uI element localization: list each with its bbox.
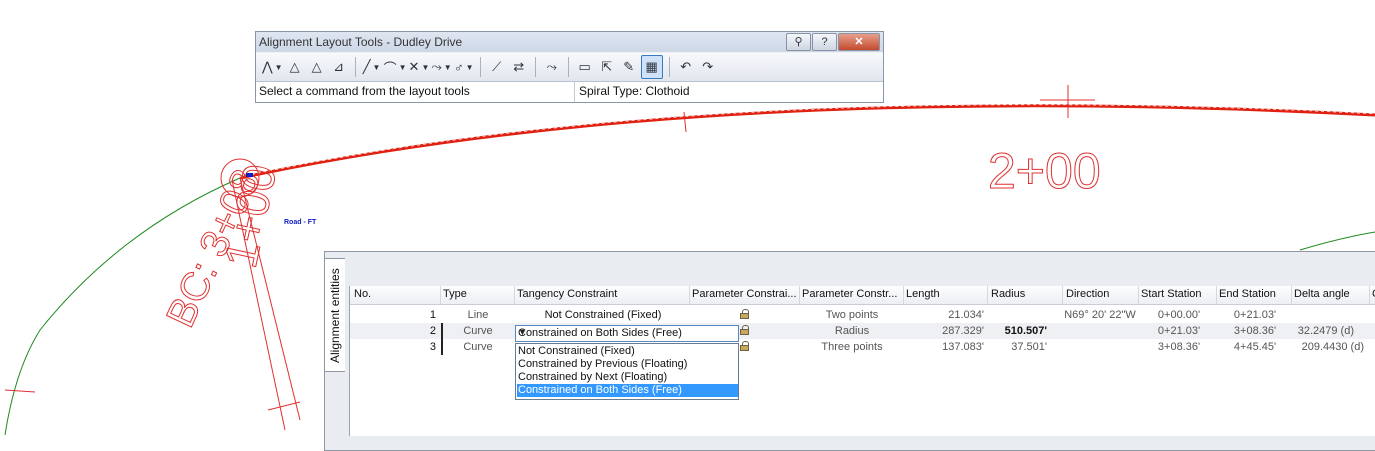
cell-length[interactable]: 137.083' (906, 341, 984, 353)
grid-header: No. Type Tangency Constraint Parameter C… (350, 286, 1375, 305)
toolbar-status-bar: Select a command from the layout tools S… (256, 82, 883, 102)
col-type[interactable]: Type (443, 288, 513, 300)
cell-type: Curve (463, 325, 493, 337)
tangent-line-icon[interactable]: ╱ ▼ (362, 56, 382, 78)
table-row[interactable]: 1 Line Not Constrained (Fixed) Two point… (350, 307, 1375, 323)
chevron-down-icon: ▼ (443, 62, 452, 72)
tangency-constraint-select[interactable]: Constrained on Both Sides (Free) ▼ (515, 325, 739, 342)
spiral-tools-icon[interactable]: ⤳ ▼ (431, 56, 451, 78)
cell-type: Curve (463, 341, 493, 353)
cell-no: 2 (429, 325, 436, 337)
chevron-down-icon: ▼ (398, 62, 407, 72)
dropdown-option-constrained-by-next[interactable]: Constrained by Next (Floating) (517, 371, 738, 384)
insert-pi-icon[interactable]: △ (285, 56, 305, 78)
cell-param: Three points (821, 341, 883, 353)
alignment-entities-tab[interactable]: Alignment entities (324, 258, 345, 372)
spiral-type-status: Spiral Type: Clothoid (579, 84, 690, 98)
cell-tangency[interactable]: Not Constrained (Fixed) (517, 309, 689, 321)
toolbar-separator (668, 57, 670, 77)
pi-commands-icon[interactable]: ⋀ ▼ (262, 56, 283, 78)
toolbar-separator (354, 57, 356, 77)
cell-length[interactable]: 21.034' (906, 309, 984, 321)
col-param-constraint-2[interactable]: Parameter Constr... (802, 288, 902, 300)
cell-no: 3 (429, 341, 436, 353)
alignment-grid-view-icon[interactable]: ▦ (640, 55, 663, 79)
curve-tools-icon[interactable]: ⌒ ▼ (384, 56, 407, 78)
redo-icon[interactable]: ↷ (698, 56, 718, 78)
lock-icon[interactable] (740, 309, 749, 319)
green-alignment-arc-right (1299, 231, 1375, 251)
cell-start-station[interactable]: 0+00.00' (1141, 309, 1217, 321)
col-param-constraint-1[interactable]: Parameter Constrai... (692, 288, 798, 300)
col-delta-angle[interactable]: Delta angle (1294, 288, 1366, 300)
cell-radius[interactable]: 37.501' (991, 341, 1047, 353)
lock-icon[interactable] (740, 325, 749, 335)
col-radius[interactable]: Radius (991, 288, 1061, 300)
subentity-editor-icon[interactable]: ✎ (619, 56, 639, 78)
lock-icon[interactable] (740, 341, 749, 351)
pin-button[interactable]: ⚲ (786, 33, 811, 51)
cell-no: 1 (429, 309, 436, 321)
red-alignment-line (239, 104, 1375, 180)
chevron-down-icon: ▼ (421, 62, 430, 72)
cell-delta[interactable]: 209.4430 (d) (1294, 341, 1364, 353)
chevron-down-icon[interactable]: ▼ (518, 327, 736, 337)
station-tick (683, 111, 687, 133)
pick-subentity-icon[interactable]: ⇱ (597, 56, 617, 78)
reverse-curve-icon[interactable]: ♂ ▼ (454, 56, 474, 78)
cell-start-station[interactable]: 3+08.36' (1141, 341, 1217, 353)
tab-label: Alignment entities (328, 268, 342, 363)
dropdown-option-constrained-both-sides[interactable]: Constrained on Both Sides (Free) (517, 384, 738, 397)
cell-length[interactable]: 287.329' (906, 325, 984, 337)
reverse-direction-icon[interactable]: ⇄ (509, 56, 529, 78)
toolbar-title: Alignment Layout Tools - Dudley Drive (259, 35, 463, 49)
alignment-entities-grid[interactable]: No. Type Tangency Constraint Parameter C… (349, 286, 1375, 436)
col-start-station[interactable]: Start Station (1141, 288, 1217, 300)
table-row[interactable]: 2 Curve Radius 287.329' 510.507' 0+21.03… (350, 323, 1375, 339)
col-tangency[interactable]: Tangency Constraint (517, 288, 687, 300)
close-button[interactable]: ✕ (838, 33, 880, 51)
undo-icon[interactable]: ↶ (676, 56, 696, 78)
cell-param: Radius (834, 325, 870, 337)
road-label: Road - FT (284, 219, 317, 226)
status-prompt: Select a command from the layout tools (259, 84, 470, 98)
chevron-down-icon: ▼ (372, 62, 381, 72)
toolbar-separator (534, 57, 536, 77)
station-label-2: 2+00 (988, 143, 1101, 199)
cell-start-station[interactable]: 0+21.03' (1141, 325, 1217, 337)
col-end-station[interactable]: End Station (1219, 288, 1291, 300)
tangency-constraint-dropdown: Not Constrained (Fixed) Constrained by P… (515, 343, 739, 400)
convert-icon[interactable]: ⟋ (487, 56, 507, 78)
break-apart-pi-icon[interactable]: ⊿ (329, 56, 349, 78)
cell-param: Two points (825, 309, 879, 321)
line-tools-icon[interactable]: ✕ ▼ (409, 56, 430, 78)
table-row[interactable]: 3 Curve Three points 137.083' 37.501' 3+… (350, 339, 1375, 355)
delete-subentity-icon[interactable]: ⤳ (542, 56, 562, 78)
col-no[interactable]: No. (354, 288, 440, 300)
cell-type: Line (467, 309, 489, 321)
alignment-layout-tools-window: Alignment Layout Tools - Dudley Drive ⚲ … (255, 31, 884, 103)
delete-pi-icon[interactable]: △ (307, 56, 327, 78)
cell-end-station[interactable]: 3+08.36' (1219, 325, 1291, 337)
dropdown-option-constrained-by-previous[interactable]: Constrained by Previous (Floating) (517, 358, 738, 371)
help-button[interactable]: ? (812, 33, 837, 51)
toolbar-title-bar[interactable]: Alignment Layout Tools - Dudley Drive ⚲ … (256, 32, 883, 52)
toolbar-separator (567, 57, 569, 77)
chevron-down-icon: ▼ (465, 62, 474, 72)
toolbar-tools-row: ⋀ ▼ △ △ ⊿ ╱ ▼ ⌒ ▼ ✕ ▼ ⤳ ▼ ♂ ▼ ⟋ ⇄ ⤳ ▭ ⇱ ✎ ▦ ↶ … (256, 53, 883, 82)
cell-delta[interactable]: 32.2479 (d) (1294, 325, 1354, 337)
cell-radius[interactable]: 510.507' (991, 325, 1047, 337)
dropdown-option-not-constrained[interactable]: Not Constrained (Fixed) (517, 345, 738, 358)
toolbar-separator (479, 57, 481, 77)
edit-best-fit-icon[interactable]: ▭ (575, 56, 595, 78)
cell-end-station[interactable]: 0+21.03' (1219, 309, 1291, 321)
chevron-down-icon: ▼ (274, 62, 283, 72)
cell-end-station[interactable]: 4+45.45' (1219, 341, 1291, 353)
col-direction[interactable]: Direction (1066, 288, 1138, 300)
col-length[interactable]: Length (906, 288, 986, 300)
cell-direction[interactable]: N69° 20' 22"W (1062, 309, 1138, 321)
